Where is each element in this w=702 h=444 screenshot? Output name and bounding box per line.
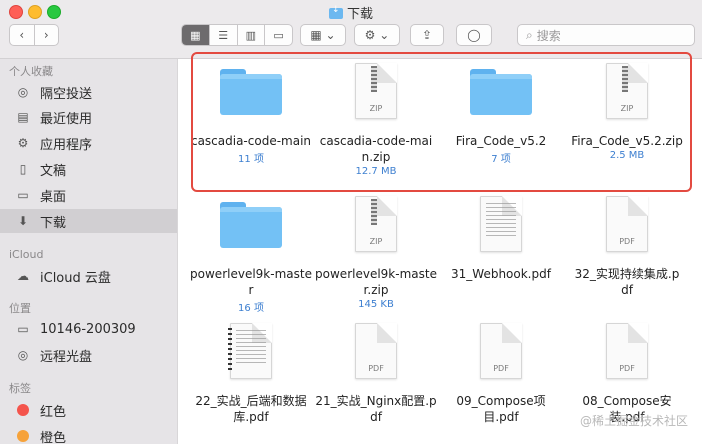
documents-icon: ▯: [19, 162, 27, 176]
search-placeholder: 搜索: [536, 28, 561, 43]
highlight-box: [191, 52, 692, 192]
recents-icon: ▤: [17, 110, 29, 124]
sidebar-item-icloud-drive[interactable]: ☁ iCloud 云盘: [14, 264, 174, 288]
column-view-button[interactable]: ▥: [238, 25, 266, 45]
downloads-folder-icon: [328, 5, 343, 19]
file-item[interactable]: PDF 09_Compose项目.pdf: [440, 323, 562, 425]
list-view-button[interactable]: ☰: [210, 25, 238, 45]
back-button[interactable]: ‹: [10, 28, 34, 42]
sidebar-item-remote-disc[interactable]: ◎ 远程光盘: [14, 343, 174, 367]
search-field[interactable]: ⌕ 搜索: [517, 24, 695, 46]
desktop-icon: ▭: [17, 188, 29, 202]
red-tag-icon: [17, 404, 29, 416]
file-item[interactable]: PDF 21_实战_Nginx配置.pdf: [315, 323, 437, 425]
sidebar-item-documents[interactable]: ▯ 文稿: [14, 157, 174, 181]
window-title: 下载: [0, 3, 702, 22]
disc-icon: ◎: [17, 348, 29, 362]
disk-icon: ▭: [17, 322, 29, 336]
finder-window: 下载 ‹ › ▦ ☰ ▥ ▭ ▦ ⌄ ⚙ ⌄ ⇪ ◯ ⌕ 搜索 个人收藏 ◎隔空…: [0, 0, 702, 444]
sidebar-item-airdrop[interactable]: ◎ 隔空投送: [14, 80, 174, 104]
file-item[interactable]: 31_Webhook.pdf: [440, 196, 562, 282]
file-item[interactable]: ZIP powerlevel9k-master.zip 145 KB: [315, 196, 437, 310]
pdf-file-icon: [228, 323, 272, 379]
sidebar-item-tag-orange[interactable]: 橙色: [14, 424, 174, 444]
sidebar-item-tag-red[interactable]: 红色: [14, 398, 174, 422]
gallery-view-button[interactable]: ▭: [265, 25, 292, 45]
sidebar-item-desktop[interactable]: ▭ 桌面: [14, 183, 174, 207]
file-item[interactable]: powerlevel9k-master 16 项: [190, 202, 312, 314]
sidebar-item-recents[interactable]: ▤ 最近使用: [14, 105, 174, 129]
pdf-file-icon: [480, 196, 522, 252]
airdrop-icon: ◎: [17, 85, 29, 99]
action-button[interactable]: ⚙ ⌄: [354, 24, 400, 46]
file-item[interactable]: 22_实战_后端和数据库.pdf: [190, 323, 312, 425]
view-mode-group: ▦ ☰ ▥ ▭: [181, 24, 293, 46]
share-button[interactable]: ⇪: [410, 24, 444, 46]
pdf-file-icon: PDF: [606, 196, 648, 252]
file-item[interactable]: PDF 32_实现持续集成.pdf: [566, 196, 688, 298]
sidebar-section-tags: 标签: [9, 382, 31, 395]
file-item[interactable]: PDF 08_Compose安装.pdf: [566, 323, 688, 425]
search-icon: ⌕: [526, 27, 533, 42]
group-by-button[interactable]: ▦ ⌄: [300, 24, 346, 46]
sidebar-item-applications[interactable]: ⚙ 应用程序: [14, 131, 174, 155]
sidebar-section-locations: 位置: [9, 302, 31, 315]
cloud-icon: ☁: [17, 269, 29, 283]
watermark: @稀土掘金技术社区: [579, 414, 688, 428]
pdf-file-icon: PDF: [355, 323, 397, 379]
pdf-file-icon: PDF: [480, 323, 522, 379]
downloads-icon: ⬇: [17, 214, 29, 228]
applications-icon: ⚙: [17, 136, 29, 150]
orange-tag-icon: [17, 430, 29, 442]
sidebar: 个人收藏 ◎ 隔空投送 ▤ 最近使用 ⚙ 应用程序 ▯ 文稿 ▭ 桌面 ⬇ 下载 iClou…: [0, 59, 178, 444]
icon-view-button[interactable]: ▦: [182, 25, 210, 45]
navigation-buttons: ‹ ›: [9, 24, 59, 46]
pdf-file-icon: PDF: [606, 323, 648, 379]
zip-file-icon: ZIP: [355, 196, 397, 252]
title-bar: 下载 ‹ › ▦ ☰ ▥ ▭ ▦ ⌄ ⚙ ⌄ ⇪ ◯ ⌕ 搜索: [0, 0, 702, 59]
folder-icon: [220, 202, 282, 248]
tag-button[interactable]: ◯: [456, 24, 492, 46]
sidebar-section-icloud: iCloud: [9, 248, 44, 261]
sidebar-item-disk[interactable]: ▭ 10146-200309: [14, 317, 174, 341]
sidebar-section-favorites: 个人收藏: [9, 65, 53, 78]
sidebar-item-downloads[interactable]: ⬇ 下载: [0, 209, 177, 233]
forward-button[interactable]: ›: [35, 28, 59, 42]
